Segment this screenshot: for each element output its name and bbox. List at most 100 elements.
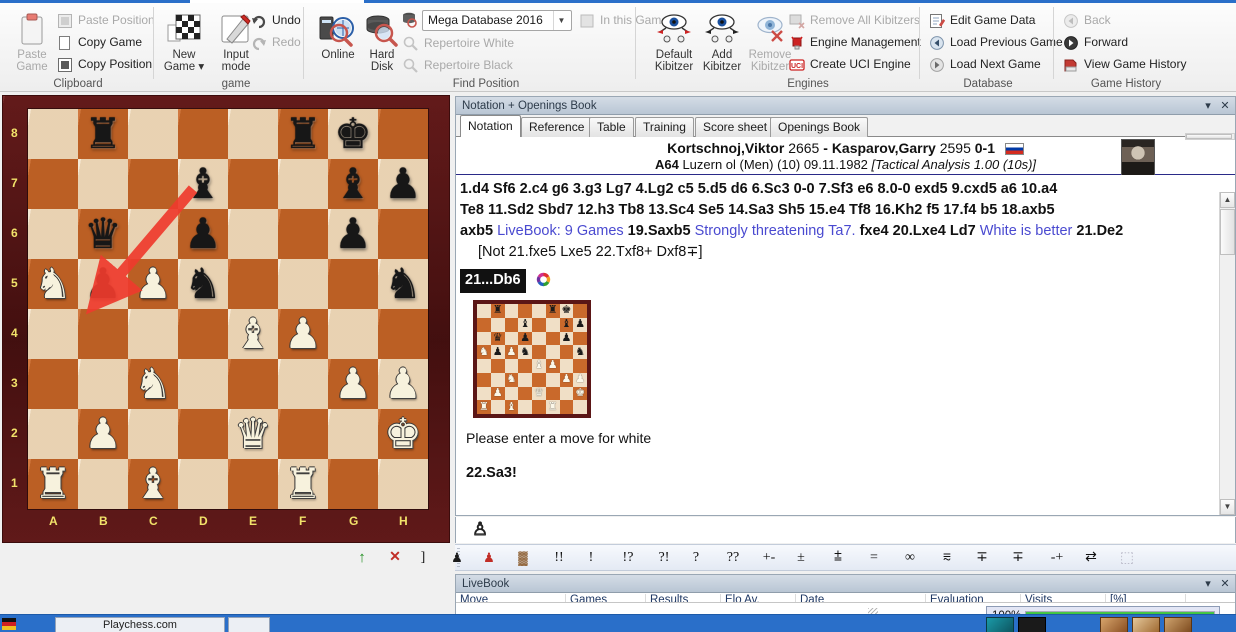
board-square-c4[interactable]: [128, 309, 178, 359]
move-21-de2[interactable]: 21.De2: [1076, 223, 1123, 239]
chess-piece-white-b-icon[interactable]: ♝: [234, 313, 272, 355]
board-square-d8[interactable]: [178, 109, 228, 159]
board-square-b8[interactable]: ♜: [78, 109, 128, 159]
remove-all-kibitzers-item[interactable]: Remove All Kibitzers: [788, 11, 920, 30]
edit-game-data-item[interactable]: Edit Game Data: [928, 11, 1035, 30]
chevron-down-icon[interactable]: ▼: [553, 11, 569, 30]
board-square-f7[interactable]: [278, 159, 328, 209]
tab-table[interactable]: Table: [589, 117, 634, 137]
board-square-a3[interactable]: [28, 359, 78, 409]
board-square-a1[interactable]: ♜: [28, 459, 78, 509]
annotation-with-file-button[interactable]: ]: [416, 548, 430, 569]
livebook-column-elo-av[interactable]: Elo Av.: [721, 594, 796, 602]
variation-line[interactable]: [Not 21.fxe5 Lxe5 22.Txf8+ Dxf8∓]: [460, 242, 1227, 263]
moves-line-3[interactable]: axb5 LiveBook: 9 Games 19.Saxb5 Strongly…: [460, 221, 1227, 242]
repertoire-black-item[interactable]: Repertoire Black: [402, 56, 513, 75]
livebook-column-move[interactable]: Move: [456, 594, 566, 602]
annotation-unclear-button[interactable]: ∞: [900, 548, 920, 569]
panel-collapse-icon[interactable]: ▾: [1201, 97, 1215, 115]
tab-notation[interactable]: Notation: [460, 115, 521, 137]
board-square-g7[interactable]: ♝: [328, 159, 378, 209]
notation-body[interactable]: 1.d4 Sf6 2.c4 g6 3.g3 Lg7 4.Lg2 c5 5.d5 …: [456, 175, 1235, 505]
notation-scrollbar[interactable]: ▲ ▼: [1219, 192, 1235, 515]
chess-piece-black-n-icon[interactable]: ♞: [184, 263, 222, 305]
annotation-compensation-button[interactable]: ⩳: [936, 548, 958, 569]
chess-piece-white-q-icon[interactable]: ♛: [234, 413, 272, 455]
status-thumb-1[interactable]: [986, 617, 1014, 632]
board-square-a4[interactable]: [28, 309, 78, 359]
livebook-column-date[interactable]: Date: [796, 594, 926, 602]
board-square-c3[interactable]: ♞: [128, 359, 178, 409]
chess-piece-black-b-icon[interactable]: ♝: [334, 163, 372, 205]
status-thumb-3[interactable]: [1100, 617, 1128, 632]
board-square-e6[interactable]: [228, 209, 278, 259]
panel-hscrollbar[interactable]: [1185, 133, 1235, 140]
repertoire-white-item[interactable]: Repertoire White: [402, 34, 514, 53]
tab-score-sheet[interactable]: Score sheet: [695, 117, 776, 137]
engine-management-item[interactable]: Engine Management: [788, 33, 921, 52]
board-square-h2[interactable]: ♚: [378, 409, 428, 459]
chess-piece-white-p-icon[interactable]: ♟: [384, 363, 422, 405]
board-square-b4[interactable]: [78, 309, 128, 359]
board-square-c2[interactable]: [128, 409, 178, 459]
board-square-f1[interactable]: ♜: [278, 459, 328, 509]
annotation-black-clearly-better-button[interactable]: ∓: [972, 548, 992, 569]
board-square-b1[interactable]: [78, 459, 128, 509]
tab-openings-book[interactable]: Openings Book: [770, 117, 869, 137]
board-square-f3[interactable]: [278, 359, 328, 409]
status-thumb-2[interactable]: [1018, 617, 1046, 632]
selected-move[interactable]: 21...Db6: [460, 269, 526, 293]
board-square-b6[interactable]: ♛: [78, 209, 128, 259]
load-previous-game-item[interactable]: Load Previous Game: [928, 33, 1063, 52]
load-next-game-item[interactable]: Load Next Game: [928, 55, 1041, 74]
annotation-good-move-button[interactable]: !: [584, 548, 598, 569]
status-thumb-4[interactable]: [1132, 617, 1160, 632]
panel-close-icon[interactable]: ✕: [1218, 97, 1232, 115]
livebook-column-visits[interactable]: Visits: [1021, 594, 1106, 602]
board-square-g3[interactable]: ♟: [328, 359, 378, 409]
forward-item[interactable]: Forward: [1062, 33, 1128, 52]
board-square-a8[interactable]: [28, 109, 78, 159]
annotation-red-pawn-symbol-button[interactable]: ♟: [480, 548, 498, 569]
chessboard-pane[interactable]: 8 7 6 5 4 3 2 1 A B C D E F G H ♜ ♜ ♚ ♝ ♝ ♟ ♛ ♟ ♟ ♞ ♟ ♟ ♞ ♞ ♝ ♟ ♞ ♟ ♟ ♟ ♛ ♚…: [2, 95, 450, 543]
annotation-white-slightly-better-button[interactable]: ⩲: [828, 548, 848, 569]
board-square-e2[interactable]: ♛: [228, 409, 278, 459]
chess-piece-black-r-icon[interactable]: ♜: [84, 113, 122, 155]
tab-reference[interactable]: Reference: [521, 117, 593, 137]
board-square-g8[interactable]: ♚: [328, 109, 378, 159]
undo-item[interactable]: Undo: [250, 11, 301, 30]
scroll-down-arrow[interactable]: ▼: [1220, 499, 1235, 515]
board-square-d3[interactable]: [178, 359, 228, 409]
annotation-blunder-button[interactable]: ??: [720, 548, 746, 569]
color-wheel-icon[interactable]: [536, 272, 551, 287]
annotation-counterplay-button[interactable]: ✕: [384, 548, 406, 569]
board-square-c5[interactable]: ♟: [128, 259, 178, 309]
move-20-lxe4[interactable]: 20.Lxe4: [893, 223, 946, 239]
tab-training[interactable]: Training: [635, 117, 694, 137]
chess-piece-black-q-icon[interactable]: ♛: [84, 213, 122, 255]
annotation-with-attack-button[interactable]: ⇄: [1080, 548, 1102, 569]
board-square-e8[interactable]: [228, 109, 278, 159]
board-square-a7[interactable]: [28, 159, 78, 209]
board-square-e5[interactable]: [228, 259, 278, 309]
panel-hscroll-thumb[interactable]: [1186, 134, 1232, 139]
scroll-thumb[interactable]: [1220, 209, 1235, 255]
board-square-a6[interactable]: [28, 209, 78, 259]
board-square-d5[interactable]: ♞: [178, 259, 228, 309]
annotation-mistake-button[interactable]: ?: [688, 548, 704, 569]
annotation-dubious-move-button[interactable]: ?!: [652, 548, 676, 569]
move-ld7[interactable]: Ld7: [950, 223, 976, 239]
livebook-column-[interactable]: [%]: [1106, 594, 1186, 602]
annotation-equal-button[interactable]: =: [864, 548, 884, 569]
chess-piece-black-p-icon[interactable]: ♟: [84, 263, 122, 305]
copy-game-item[interactable]: Copy Game: [56, 33, 142, 52]
status-tile-2[interactable]: [228, 617, 270, 632]
livebook-column-games[interactable]: Games: [566, 594, 646, 602]
annotation-black-pawn-symbol-button[interactable]: ♟: [448, 548, 466, 569]
livebook-column-results[interactable]: Results: [646, 594, 721, 602]
mini-chessboard[interactable]: ♜ ♜ ♚ ♝ ♝ ♟ ♛ ♟ ♟ ♞ ♟ ♟ ♞ ♞ ♝ ♟ ♞ ♟ ♟ ♟ ♛ ♚ ♜ ♝ ♜: [473, 300, 591, 418]
livebook-close-icon[interactable]: ✕: [1218, 575, 1232, 593]
chess-piece-black-k-icon[interactable]: ♚: [334, 113, 372, 155]
board-square-g5[interactable]: [328, 259, 378, 309]
board-square-h5[interactable]: ♞: [378, 259, 428, 309]
